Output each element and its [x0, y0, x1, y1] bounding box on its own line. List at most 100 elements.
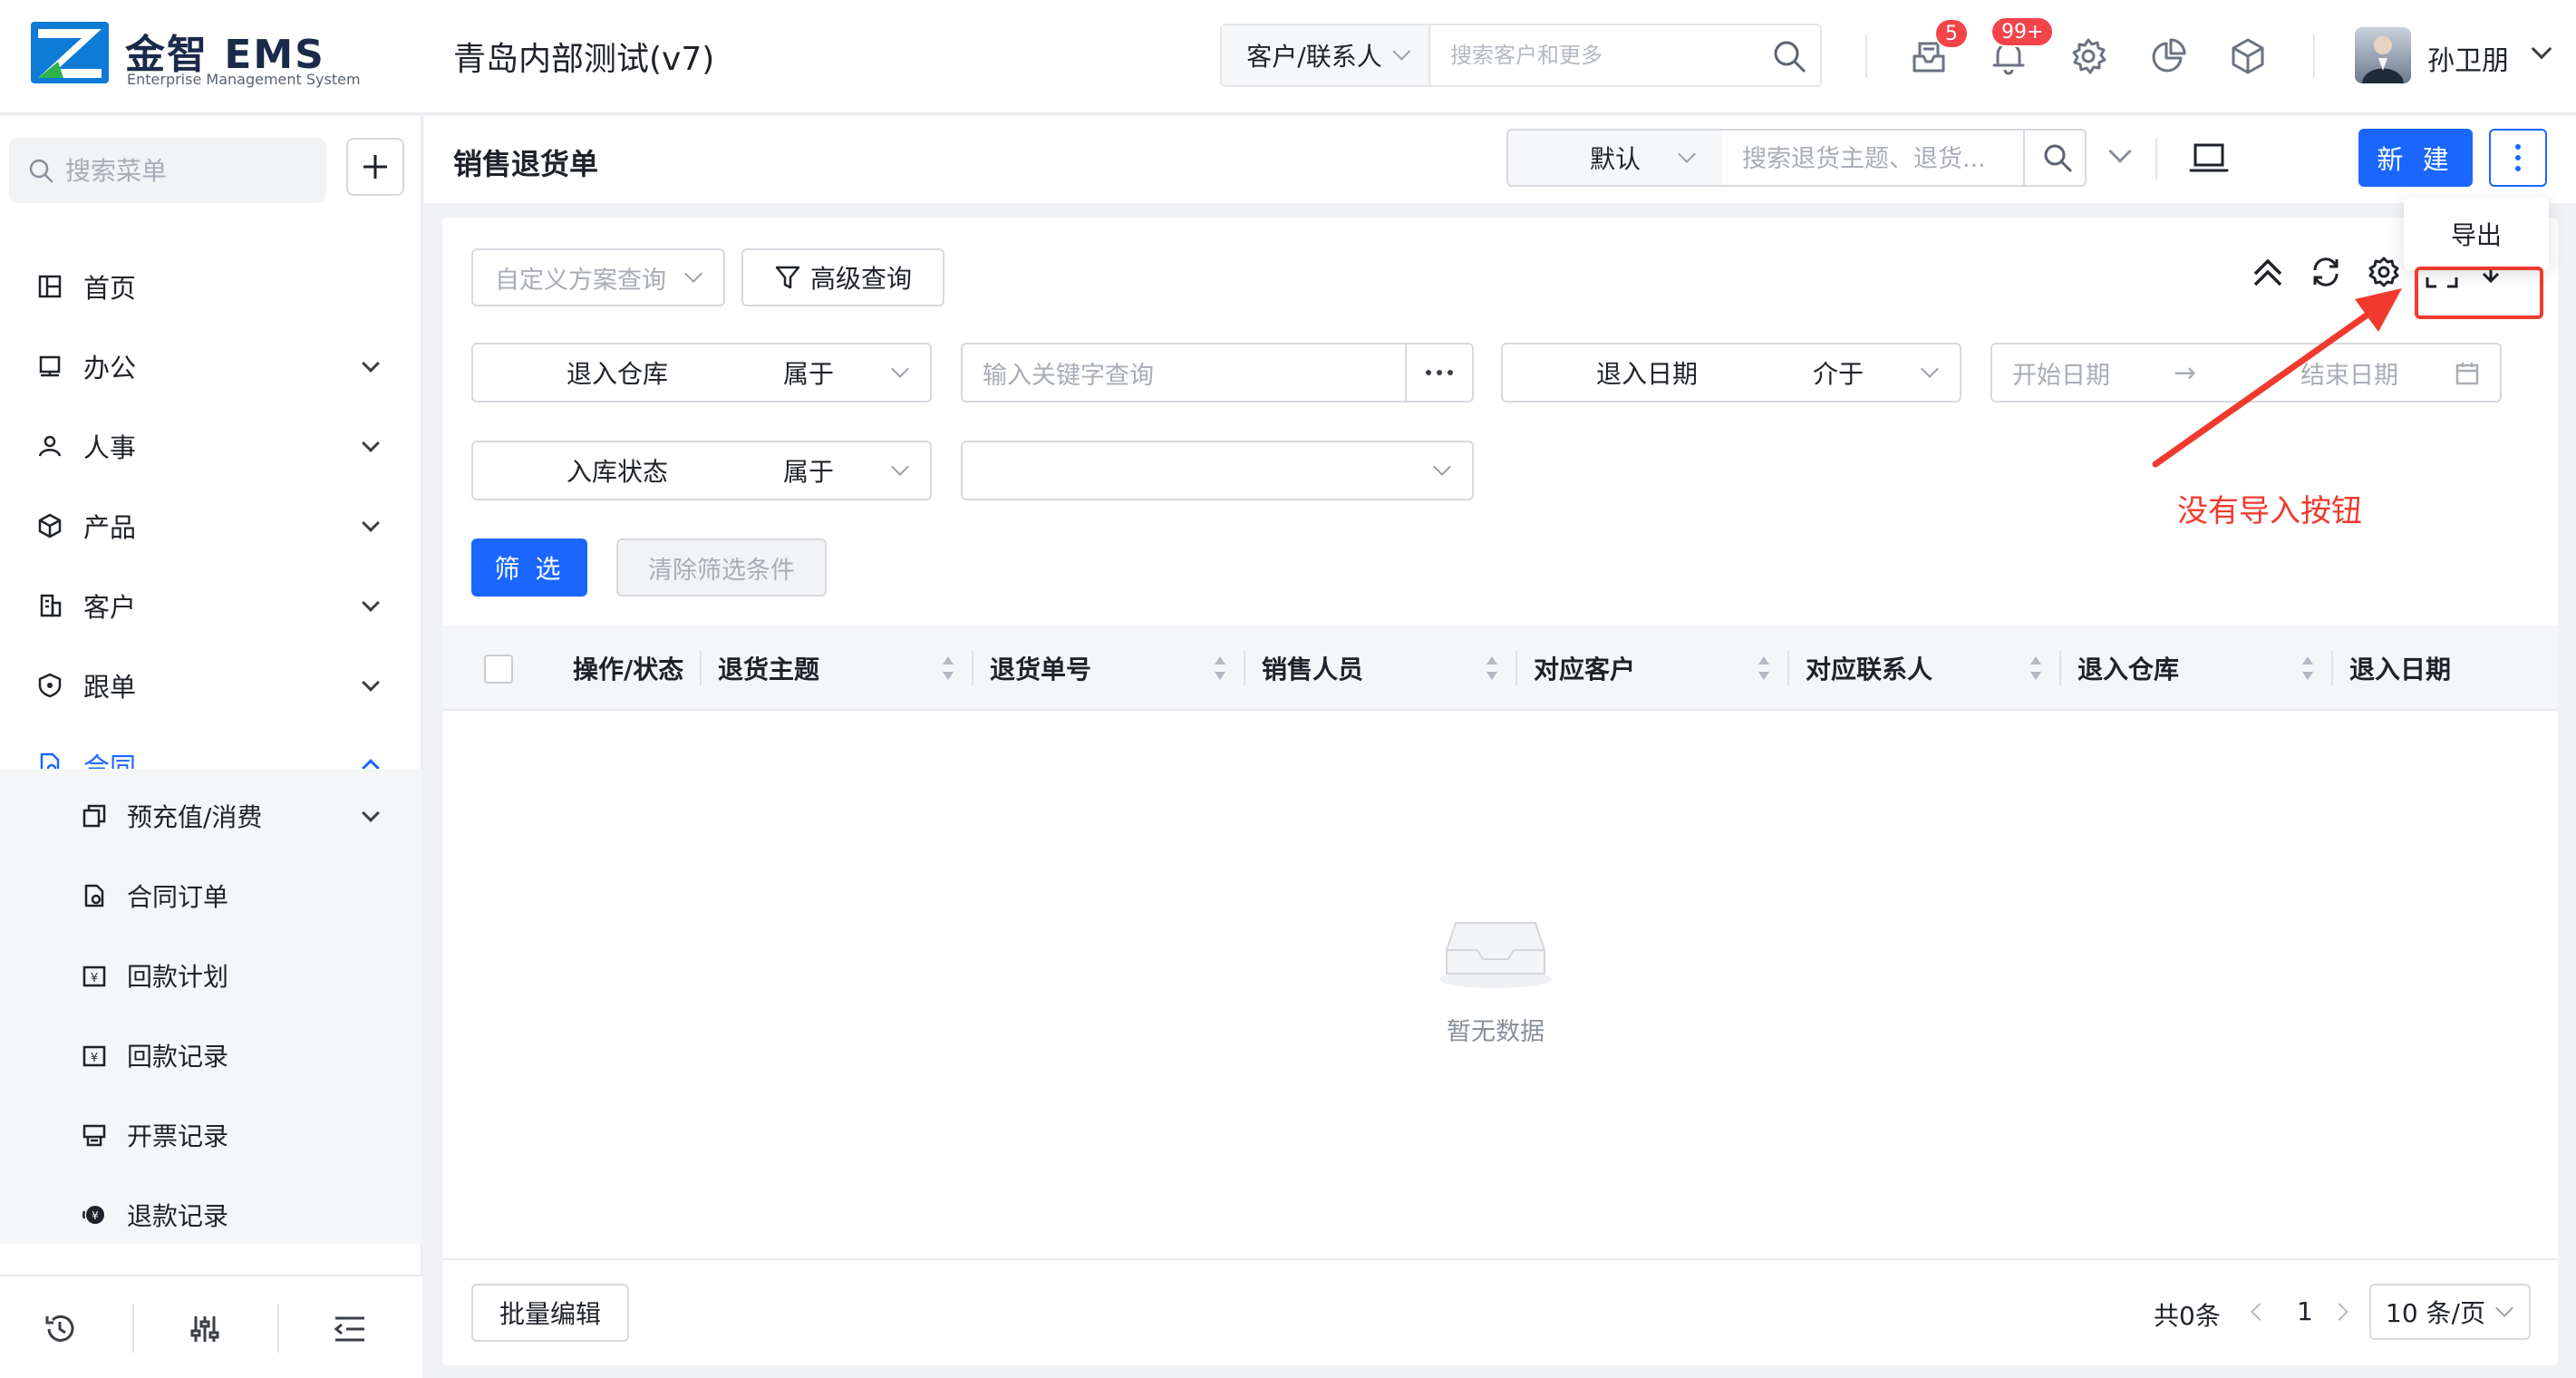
list-search-input[interactable]	[1742, 143, 2014, 174]
sidebar-item-label: 人事	[83, 432, 137, 463]
operator-value: 属于	[783, 457, 835, 487]
chevron-down-icon	[362, 804, 380, 822]
laptop-icon[interactable]	[2188, 140, 2230, 178]
kebab-dot	[2515, 144, 2521, 150]
company-name[interactable]: 青岛内部测试(v7)	[453, 33, 714, 80]
sidebar-subitem-prepaid[interactable]: 预充值/消费	[0, 776, 422, 856]
view-select[interactable]: 默认	[1506, 129, 1724, 187]
collapse-menu-icon[interactable]	[332, 1311, 368, 1347]
global-search-input[interactable]	[1450, 38, 1749, 73]
pagination-current-page[interactable]: 1	[2297, 1296, 2313, 1326]
sidebar-item-label: 首页	[83, 273, 137, 304]
column-header-salesperson[interactable]: 销售人员	[1262, 626, 1363, 711]
page-size-select[interactable]: 10 条/页	[2369, 1284, 2531, 1340]
sidebar-item-product[interactable]: 产品	[0, 486, 422, 566]
dot	[1437, 370, 1442, 375]
sort-icon[interactable]	[1213, 653, 1227, 684]
chevron-down-icon	[362, 674, 380, 692]
search-icon[interactable]	[1771, 38, 1807, 74]
sidebar-subitem-invoice[interactable]: 开票记录	[0, 1095, 422, 1175]
chevron-down-icon[interactable]	[2531, 38, 2552, 60]
filter-button[interactable]: 筛 选	[471, 539, 587, 597]
office-icon	[39, 355, 61, 377]
sidebar-subitem-payment-plan[interactable]: ¥ 回款计划	[0, 936, 422, 1015]
filter-status-value[interactable]	[961, 441, 1474, 500]
invoice-icon	[82, 1124, 106, 1147]
menu-search-input[interactable]	[65, 155, 301, 186]
notification-badge: 99+	[1990, 16, 2055, 47]
pie-chart-icon[interactable]	[2148, 36, 2188, 76]
sidebar-item-home[interactable]: 首页	[0, 247, 422, 326]
dashboard-icon	[38, 275, 62, 298]
filter-warehouse-operator[interactable]: 属于	[761, 343, 932, 403]
chevron-down-icon	[362, 354, 380, 373]
warehouse-picker-button[interactable]	[1405, 343, 1474, 403]
filter-status-operator[interactable]: 属于	[761, 441, 932, 500]
new-button[interactable]: 新 建	[2358, 129, 2473, 187]
sidebar-subitem-contract-order[interactable]: 合同订单	[0, 856, 422, 936]
column-header-contact[interactable]: 对应联系人	[1806, 626, 1932, 711]
sidebar-item-personnel[interactable]: 人事	[0, 406, 422, 486]
column-header-date[interactable]: 退入日期	[2349, 626, 2451, 711]
sidebar-item-label: 产品	[83, 512, 137, 543]
history-icon[interactable]	[42, 1311, 78, 1347]
cube-icon[interactable]	[2228, 36, 2268, 76]
filter-date-label: 退入日期	[1501, 343, 1793, 403]
column-header-subject[interactable]: 退货主题	[718, 626, 819, 711]
search-icon[interactable]	[2041, 141, 2074, 174]
clear-filters-button[interactable]: 清除筛选条件	[616, 539, 827, 597]
page-title: 销售退货单	[453, 147, 599, 181]
search-type-select[interactable]: 客户/联系人	[1222, 25, 1430, 85]
sidebar-subitem-refund[interactable]: ¥ 退款记录	[0, 1175, 422, 1255]
column-header-warehouse[interactable]: 退入仓库	[2077, 626, 2179, 711]
pagination-prev-icon[interactable]	[2251, 1303, 2269, 1321]
footer-divider	[277, 1304, 279, 1353]
advanced-query-button[interactable]: 高级查询	[741, 248, 944, 306]
add-menu-button[interactable]	[346, 138, 404, 196]
sort-icon[interactable]	[2029, 653, 2043, 684]
sidebar-item-office[interactable]: 办公	[0, 326, 422, 406]
app-logo[interactable]: 金智 EMS Enterprise Management System	[31, 22, 361, 91]
followup-icon	[38, 673, 62, 698]
chevron-down-icon	[362, 514, 380, 532]
sidebar-item-label: 跟单	[83, 672, 137, 703]
table-header: 操作/状态 退货主题 退货单号 销售人员 对应客户 对应联系人 退入仓库 退入日…	[442, 626, 2558, 711]
more-actions-button[interactable]	[2489, 129, 2547, 187]
plus-icon	[363, 155, 387, 179]
sliders-icon[interactable]	[187, 1311, 223, 1347]
select-all-checkbox[interactable]	[484, 655, 513, 684]
sort-icon[interactable]	[1485, 653, 1499, 684]
view-select-value: 默认	[1589, 144, 1641, 174]
header-divider	[2313, 34, 2315, 78]
chevron-down-icon	[362, 594, 380, 612]
sort-icon[interactable]	[1757, 653, 1771, 684]
search-icon	[29, 159, 53, 183]
filter-warehouse-keyword[interactable]: 输入关键字查询	[961, 343, 1407, 403]
customer-icon	[40, 594, 62, 617]
user-avatar[interactable]	[2355, 27, 2411, 83]
batch-edit-button[interactable]: 批量编辑	[471, 1284, 629, 1342]
menu-item-export[interactable]: 导出	[2451, 216, 2502, 252]
column-header-number[interactable]: 退货单号	[990, 626, 1091, 711]
sort-icon[interactable]	[2300, 653, 2315, 684]
chevron-down-icon	[891, 360, 909, 378]
expand-search-chevron-icon[interactable]	[2108, 140, 2132, 163]
chevron-down-icon	[2495, 1299, 2513, 1317]
logo-subtitle: Enterprise Management System	[127, 71, 361, 88]
column-divider	[2059, 651, 2061, 685]
sidebar-item-followup[interactable]: 跟单	[0, 645, 422, 725]
sidebar-subitem-payment-record[interactable]: ¥ 回款记录	[0, 1015, 422, 1095]
settings-gear-icon[interactable]	[2068, 36, 2108, 76]
svg-text:¥: ¥	[92, 1209, 99, 1222]
pagination-total: 共0条	[2154, 1301, 2221, 1331]
pagination-next-icon[interactable]	[2330, 1303, 2348, 1321]
column-header-customer[interactable]: 对应客户	[1534, 626, 1635, 711]
custom-plan-select[interactable]: 自定义方案查询	[471, 248, 725, 306]
filter-date-operator[interactable]: 介于	[1791, 343, 1961, 403]
sort-icon[interactable]	[941, 653, 955, 684]
sidebar-item-customer[interactable]: 客户	[0, 566, 422, 645]
header-divider	[1865, 34, 1867, 78]
avatar-person-icon	[2362, 36, 2404, 83]
user-name[interactable]: 孙卫朋	[2427, 38, 2509, 78]
search-type-label: 客户/联系人	[1246, 42, 1382, 72]
